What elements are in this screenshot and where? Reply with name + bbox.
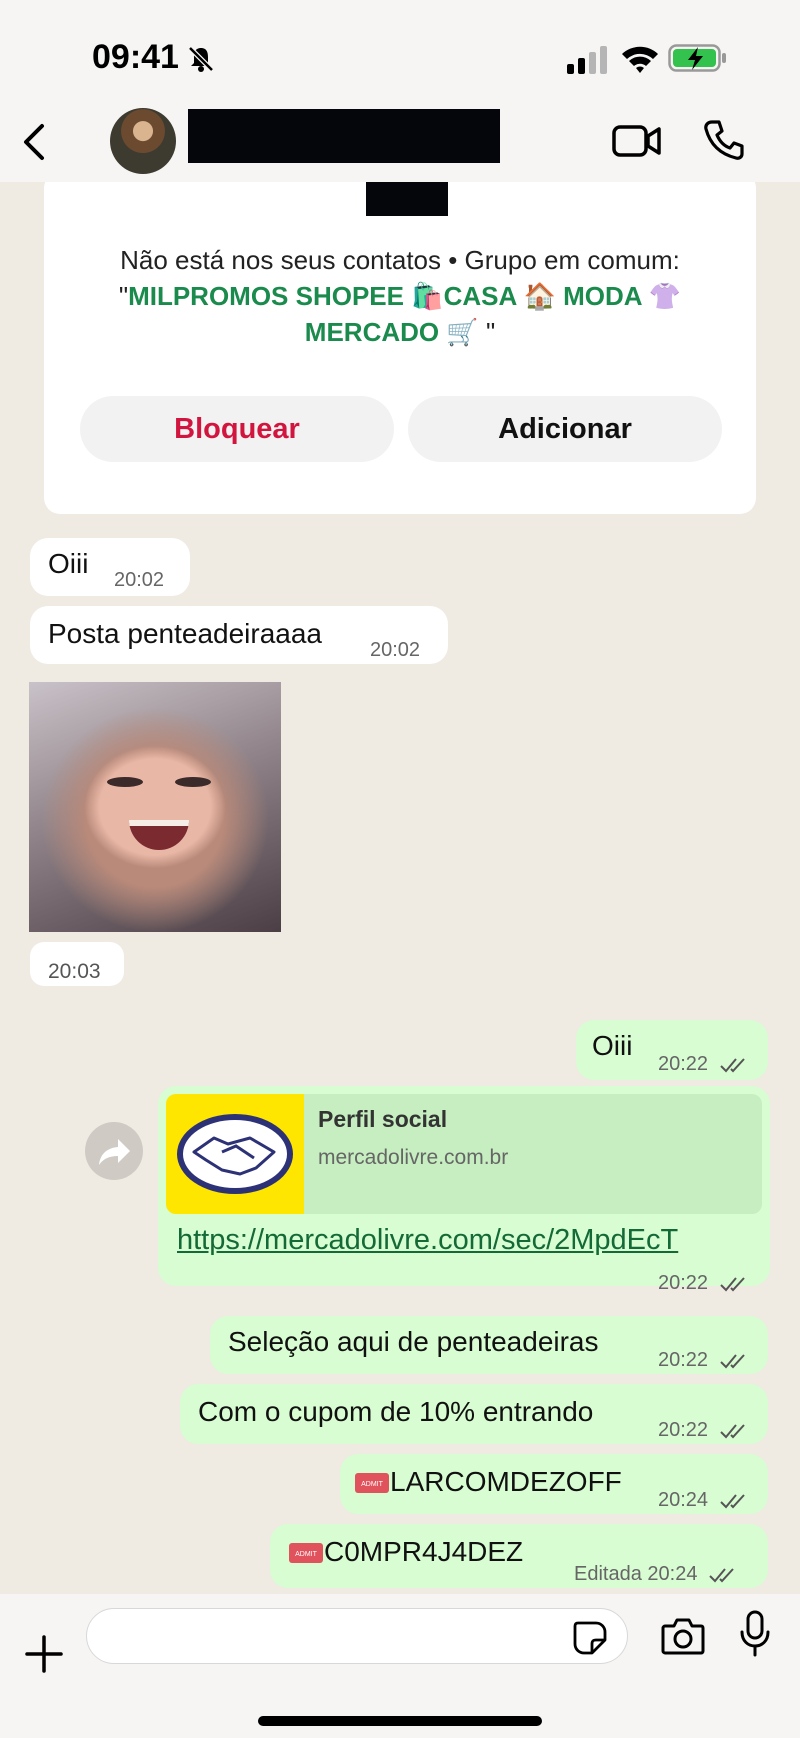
message-time: 20:24 xyxy=(658,1489,709,1511)
message-content: ADMIT LARCOMDEZOFF xyxy=(354,1462,622,1502)
message-text: Oiii xyxy=(592,1030,633,1061)
home-indicator xyxy=(258,1716,542,1726)
message-input[interactable] xyxy=(86,1608,628,1664)
message-text: LARCOMDEZOFF xyxy=(390,1466,622,1497)
message-time: 20:22 xyxy=(658,1053,709,1075)
common-group-name[interactable]: "MILPROMOS SHOPEE 🛍️CASA 🏠 MODA 👚 MERCAD… xyxy=(84,278,716,350)
ticket-icon: ADMIT xyxy=(289,1543,323,1563)
contact-name-redacted[interactable] xyxy=(188,109,500,163)
message-time: 20:24 xyxy=(647,1563,698,1585)
message-time: 20:22 xyxy=(658,1419,709,1441)
message-outgoing[interactable]: Seleção aqui de penteadeiras 20:22 xyxy=(210,1316,768,1374)
double-check-icon xyxy=(719,1354,745,1369)
message-outgoing[interactable]: Com o cupom de 10% entrando 20:22 xyxy=(180,1384,768,1444)
plus-icon[interactable] xyxy=(24,1634,64,1674)
message-time: 20:22 xyxy=(658,1272,709,1294)
avatar[interactable] xyxy=(110,108,176,174)
link-preview-domain: mercadolivre.com.br xyxy=(318,1146,509,1169)
double-check-icon xyxy=(709,1568,734,1583)
microphone-icon[interactable] xyxy=(738,1610,772,1658)
svg-text:ADMIT: ADMIT xyxy=(361,1481,384,1488)
camera-icon[interactable] xyxy=(661,1616,705,1656)
photo-detail xyxy=(129,820,189,850)
message-time: 20:22 xyxy=(658,1349,709,1371)
message-incoming[interactable]: Oiii 20:02 xyxy=(30,538,190,596)
status-time: 09:41 xyxy=(92,38,179,76)
group-name-line2: MERCADO 🛒 xyxy=(304,317,479,347)
message-text: Seleção aqui de penteadeiras xyxy=(228,1326,599,1357)
not-in-contacts-text: Não está nos seus contatos • Grupo em co… xyxy=(120,245,680,275)
photo-time-badge: 20:03 xyxy=(30,942,124,986)
message-time: 20:02 xyxy=(114,569,165,591)
double-check-icon xyxy=(719,1058,745,1073)
svg-text:ADMIT: ADMIT xyxy=(295,1551,318,1558)
add-contact-button[interactable]: Adicionar xyxy=(408,396,722,462)
photo-detail xyxy=(175,777,211,787)
link-preview-title: Perfil social xyxy=(318,1106,448,1132)
bell-muted-icon xyxy=(188,46,214,72)
message-meta: 20:24 xyxy=(658,1480,750,1520)
double-check-icon xyxy=(719,1424,745,1439)
message-text: C0MPR4J4DEZ xyxy=(324,1536,524,1567)
phone-icon[interactable] xyxy=(702,118,746,162)
redacted-box xyxy=(366,182,448,216)
chat-header xyxy=(0,100,800,182)
battery-charging-icon xyxy=(668,44,726,72)
wifi-icon xyxy=(622,46,658,73)
ticket-icon: ADMIT xyxy=(355,1473,389,1493)
video-call-icon[interactable] xyxy=(612,122,662,160)
composer-bar xyxy=(0,1594,800,1738)
message-content: ADMIT C0MPR4J4DEZ xyxy=(288,1532,523,1572)
double-check-icon xyxy=(719,1277,745,1292)
message-text: Com o cupom de 10% entrando xyxy=(198,1396,594,1427)
message-meta: 20:22 xyxy=(658,1340,750,1380)
message-outgoing[interactable]: ADMIT LARCOMDEZOFF 20:24 xyxy=(340,1454,768,1514)
message-text: Posta penteadeiraaaa xyxy=(48,618,322,649)
status-bar: 09:41 xyxy=(0,0,800,110)
message-link[interactable]: https://mercadolivre.com/sec/2MpdEcT xyxy=(177,1224,678,1257)
group-name-line1: MILPROMOS SHOPEE 🛍️CASA 🏠 MODA 👚 xyxy=(128,281,682,311)
forward-icon[interactable] xyxy=(85,1122,143,1180)
double-check-icon xyxy=(719,1494,745,1509)
edited-label: Editada xyxy=(574,1563,642,1585)
link-preview[interactable]: Perfil social mercadolivre.com.br xyxy=(166,1094,762,1214)
message-meta: Editada 20:24 xyxy=(574,1554,739,1594)
signal-icon xyxy=(567,46,607,74)
message-meta: 20:22 xyxy=(658,1044,750,1084)
unknown-contact-card: Não está nos seus contatos • Grupo em co… xyxy=(44,182,756,514)
message-meta: 20:22 xyxy=(658,1272,750,1295)
chat-area[interactable]: Não está nos seus contatos • Grupo em co… xyxy=(0,182,800,1594)
message-incoming[interactable]: Posta penteadeiraaaa 20:02 xyxy=(30,606,448,664)
sticker-icon[interactable] xyxy=(572,1620,608,1656)
message-outgoing[interactable]: Oiii 20:22 xyxy=(576,1020,768,1080)
message-time: 20:03 xyxy=(48,960,101,983)
message-outgoing[interactable]: ADMIT C0MPR4J4DEZ Editada 20:24 xyxy=(270,1524,768,1588)
photo-detail xyxy=(107,777,143,787)
message-meta: 20:22 xyxy=(658,1410,750,1450)
back-icon[interactable] xyxy=(18,120,52,164)
photo-message[interactable] xyxy=(29,682,281,932)
block-button[interactable]: Bloquear xyxy=(80,396,394,462)
message-text: Oiii xyxy=(48,548,89,579)
message-time: 20:02 xyxy=(370,639,421,661)
mercadolivre-logo-icon xyxy=(166,1094,304,1214)
